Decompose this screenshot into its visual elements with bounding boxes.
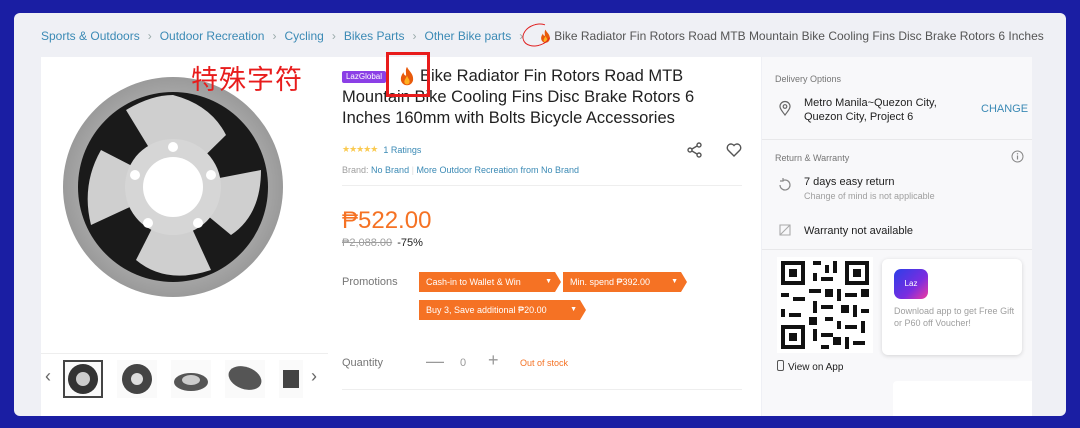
- product-gallery: ‹ ›: [41, 57, 328, 416]
- old-price: ₱2,088.00: [342, 237, 393, 249]
- side-panel: Delivery Options Metro Manila~Quezon Cit…: [762, 57, 1032, 416]
- rating[interactable]: ★★★★★ 1 Ratings: [342, 144, 421, 155]
- chevron-down-icon: ▼: [671, 278, 678, 285]
- delivery-location: Metro Manila~Quezon City, Quezon City, P…: [804, 96, 937, 124]
- chevron-right-icon: ›: [147, 29, 152, 43]
- annotation-label: 特殊字符: [191, 65, 303, 96]
- promotion-tag[interactable]: Cash-in to Wallet & Win ▼: [419, 272, 561, 292]
- promotion-tag[interactable]: Buy 3, Save additional ₱20.00 ▼: [419, 300, 586, 320]
- annotation-box: [386, 52, 430, 97]
- quantity-input[interactable]: 0: [460, 357, 466, 369]
- qr-code: [777, 257, 873, 353]
- chevron-down-icon: ▼: [545, 278, 552, 285]
- price: ₱522.00: [342, 207, 432, 234]
- promotion-label: Min. spend ₱392.00: [570, 277, 651, 287]
- annotation-circle: [519, 19, 555, 51]
- divider: [342, 389, 742, 390]
- product-main: ‹ › LazGlobal Bike Radiator Fin Rotors R…: [41, 52, 761, 416]
- chevron-right-icon: ›: [412, 29, 417, 43]
- breadcrumb-link[interactable]: Sports & Outdoors: [41, 29, 140, 43]
- star-rating: ★★★★★: [342, 144, 378, 154]
- quantity-label: Quantity: [342, 357, 383, 369]
- brand-more-link[interactable]: More Outdoor Recreation from No Brand: [416, 165, 579, 175]
- quantity-decrement-button[interactable]: —: [426, 351, 444, 372]
- ratings-link[interactable]: 1 Ratings: [383, 145, 421, 155]
- heart-icon[interactable]: [725, 141, 743, 159]
- promotions-label: Promotions: [342, 276, 398, 288]
- chevron-right-icon: ›: [272, 29, 277, 43]
- return-icon: [779, 178, 791, 191]
- promotion-tag[interactable]: Min. spend ₱392.00 ▼: [563, 272, 687, 292]
- product-info: LazGlobal Bike Radiator Fin Rotors Road …: [342, 52, 752, 416]
- quantity-increment-button[interactable]: +: [488, 350, 499, 371]
- view-on-app-label: View on App: [788, 362, 844, 373]
- thumbnail[interactable]: [225, 360, 265, 398]
- page-frame: Sports & Outdoors › Outdoor Recreation ›…: [14, 13, 1066, 416]
- brand-label: Brand:: [342, 165, 369, 175]
- app-download-text: Download app to get Free Gift or P60 off…: [894, 306, 1015, 328]
- warranty-status: Warranty not available: [804, 225, 914, 237]
- chevron-right-icon: ›: [331, 29, 336, 43]
- stock-status: Out of stock: [520, 358, 569, 368]
- old-price-line: ₱2,088.00 -75%: [342, 237, 423, 249]
- share-icon[interactable]: [686, 141, 704, 159]
- divider: [342, 185, 742, 186]
- view-on-app[interactable]: View on App: [777, 360, 843, 373]
- breadcrumb-link[interactable]: Cycling: [284, 29, 323, 43]
- thumbnail[interactable]: [117, 360, 157, 398]
- warranty-icon: [779, 224, 791, 236]
- chevron-left-icon[interactable]: ‹: [45, 366, 51, 387]
- breadcrumb-link[interactable]: Other Bike parts: [425, 29, 512, 43]
- location-line: Metro Manila~Quezon City,: [804, 97, 937, 109]
- return-policy-note: Change of mind is not applicable: [804, 191, 935, 201]
- breadcrumb-link[interactable]: Bikes Parts: [344, 29, 405, 43]
- promotion-label: Cash-in to Wallet & Win: [426, 277, 521, 287]
- return-warranty-header: Return & Warranty: [775, 153, 850, 163]
- brand-link[interactable]: No Brand: [371, 165, 409, 175]
- thumbnail[interactable]: [279, 360, 303, 398]
- thumbnail-strip: ‹ ›: [41, 353, 328, 401]
- breadcrumb-current: Bike Radiator Fin Rotors Road MTB Mounta…: [554, 29, 1044, 43]
- thumbnail[interactable]: [63, 360, 103, 398]
- discount: -75%: [397, 237, 423, 249]
- location-pin-icon: [779, 100, 791, 116]
- side-card: [893, 381, 1032, 416]
- return-policy: 7 days easy return: [804, 176, 895, 188]
- thumbnail[interactable]: [171, 360, 211, 398]
- chevron-down-icon: ▼: [570, 306, 577, 313]
- product-image[interactable]: [61, 75, 286, 300]
- delivery-options-header: Delivery Options: [775, 74, 842, 84]
- app-download-card[interactable]: Laz Download app to get Free Gift or P60…: [882, 259, 1022, 355]
- divider: [762, 249, 1032, 250]
- location-line: Quezon City, Project 6: [804, 111, 914, 123]
- info-icon[interactable]: [1011, 150, 1024, 163]
- breadcrumb-link[interactable]: Outdoor Recreation: [160, 29, 265, 43]
- lazada-app-logo: Laz: [894, 269, 928, 299]
- promotion-label: Buy 3, Save additional ₱20.00: [426, 305, 547, 315]
- chevron-right-icon[interactable]: ›: [311, 366, 317, 387]
- change-location-button[interactable]: CHANGE: [981, 103, 1028, 115]
- brand-line: Brand: No Brand | More Outdoor Recreatio…: [342, 165, 580, 175]
- phone-icon: [777, 360, 784, 371]
- divider: [762, 139, 1032, 140]
